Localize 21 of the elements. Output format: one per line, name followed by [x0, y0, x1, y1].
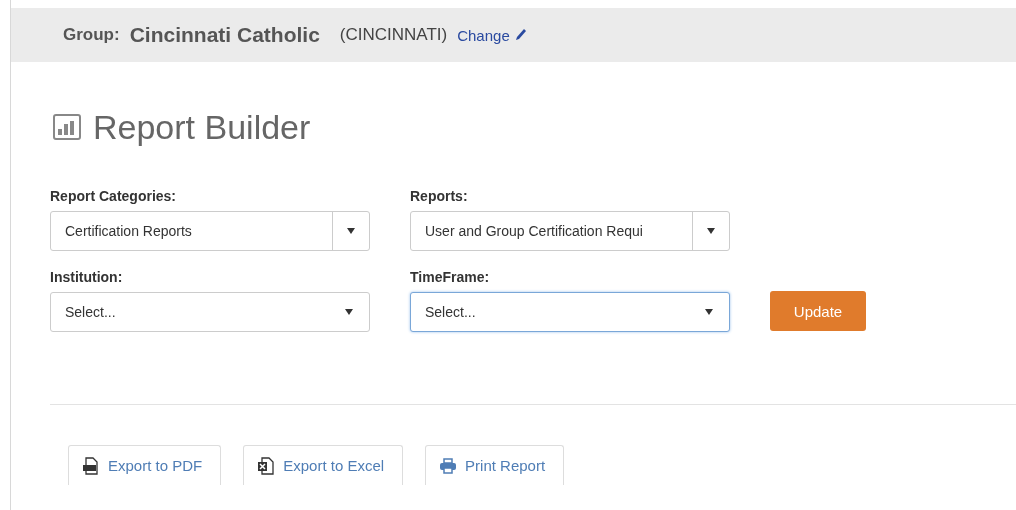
spreadsheet-file-icon: [257, 456, 276, 475]
group-name: Cincinnati Catholic: [129, 23, 320, 47]
page-title: Report Builder: [93, 107, 311, 147]
pencil-icon: [514, 28, 527, 42]
group-city: (CINCINNATI): [339, 25, 448, 45]
select-dropdown[interactable]: Select...: [410, 292, 730, 332]
select-dropdown[interactable]: Certification Reports: [50, 211, 370, 251]
select-dropdown[interactable]: User and Group Certification Requi: [410, 211, 730, 251]
field-label: Institution:: [50, 269, 124, 285]
change-link[interactable]: Change: [457, 26, 527, 44]
field-label: Reports:: [410, 188, 469, 204]
field-label: Report Categories:: [50, 188, 178, 204]
select-dropdown[interactable]: Select...: [50, 292, 370, 332]
export-button[interactable]: Export to PDF: [68, 445, 222, 485]
bar-chart-icon: [53, 114, 81, 140]
field-label: TimeFrame:: [410, 269, 491, 285]
group-label: Group:: [63, 25, 120, 45]
printer-icon: [439, 456, 458, 475]
export-button[interactable]: Print Report: [425, 445, 565, 485]
export-button[interactable]: Export to Excel: [243, 445, 404, 485]
pdf-file-icon: [82, 456, 100, 475]
